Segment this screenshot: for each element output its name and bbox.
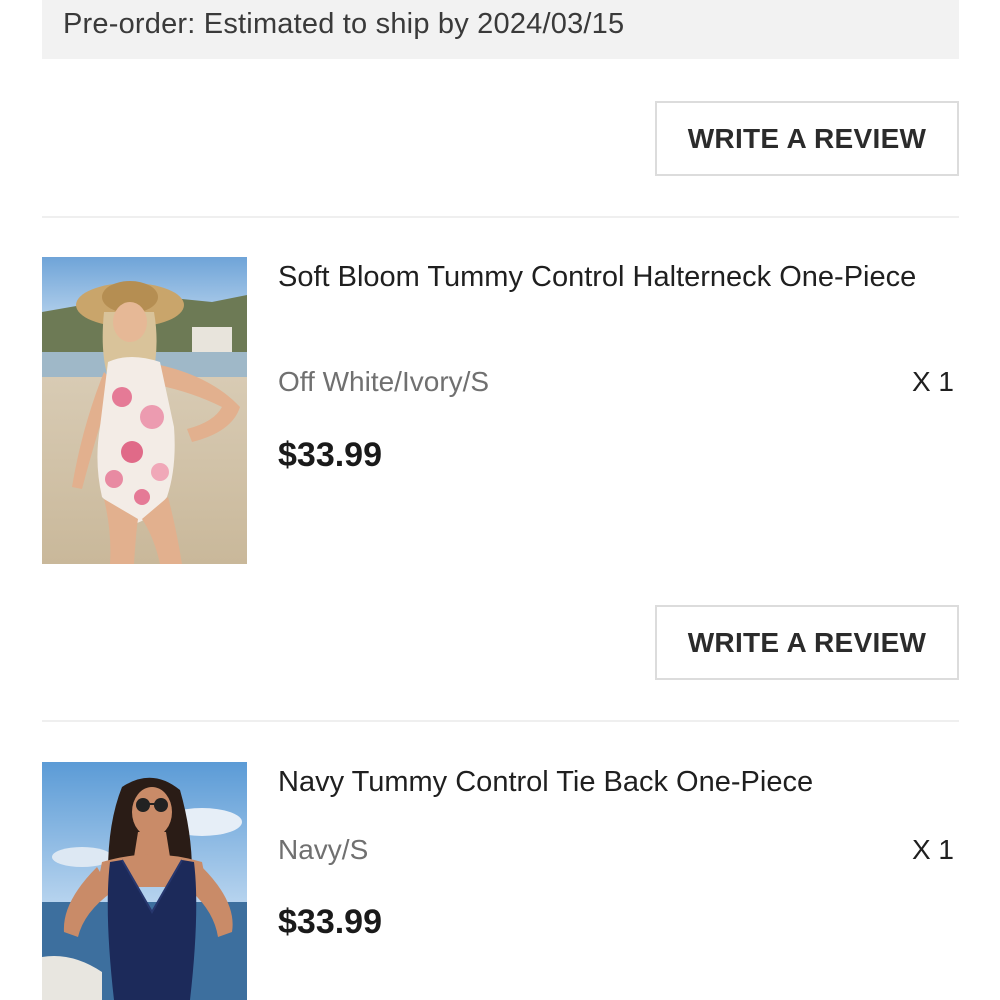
navy-swimsuit-photo <box>42 762 247 1000</box>
product-quantity: X 1 <box>911 366 954 397</box>
product-variant: Navy/S <box>278 834 369 865</box>
write-review-button[interactable]: WRITE A REVIEW <box>655 101 959 176</box>
divider <box>42 216 959 218</box>
product-image[interactable] <box>42 762 247 1000</box>
product-title[interactable]: Soft Bloom Tummy Control Halterneck One-… <box>278 258 918 296</box>
write-review-button[interactable]: WRITE A REVIEW <box>655 605 959 680</box>
product-price: $33.99 <box>278 903 382 941</box>
product-variant: Off White/Ivory/S <box>278 366 490 397</box>
product-price: $33.99 <box>278 436 382 474</box>
product-title[interactable]: Navy Tummy Control Tie Back One-Piece <box>278 763 918 801</box>
product-quantity: X 1 <box>911 834 954 865</box>
order-details-page: Pre-order: Estimated to ship by 2024/03/… <box>0 0 1000 1000</box>
product-image[interactable] <box>42 257 247 564</box>
preorder-notice: Pre-order: Estimated to ship by 2024/03/… <box>42 0 959 59</box>
floral-swimsuit-photo <box>42 257 247 564</box>
divider <box>42 720 959 722</box>
preorder-notice-text: Pre-order: Estimated to ship by 2024/03/… <box>63 8 625 40</box>
